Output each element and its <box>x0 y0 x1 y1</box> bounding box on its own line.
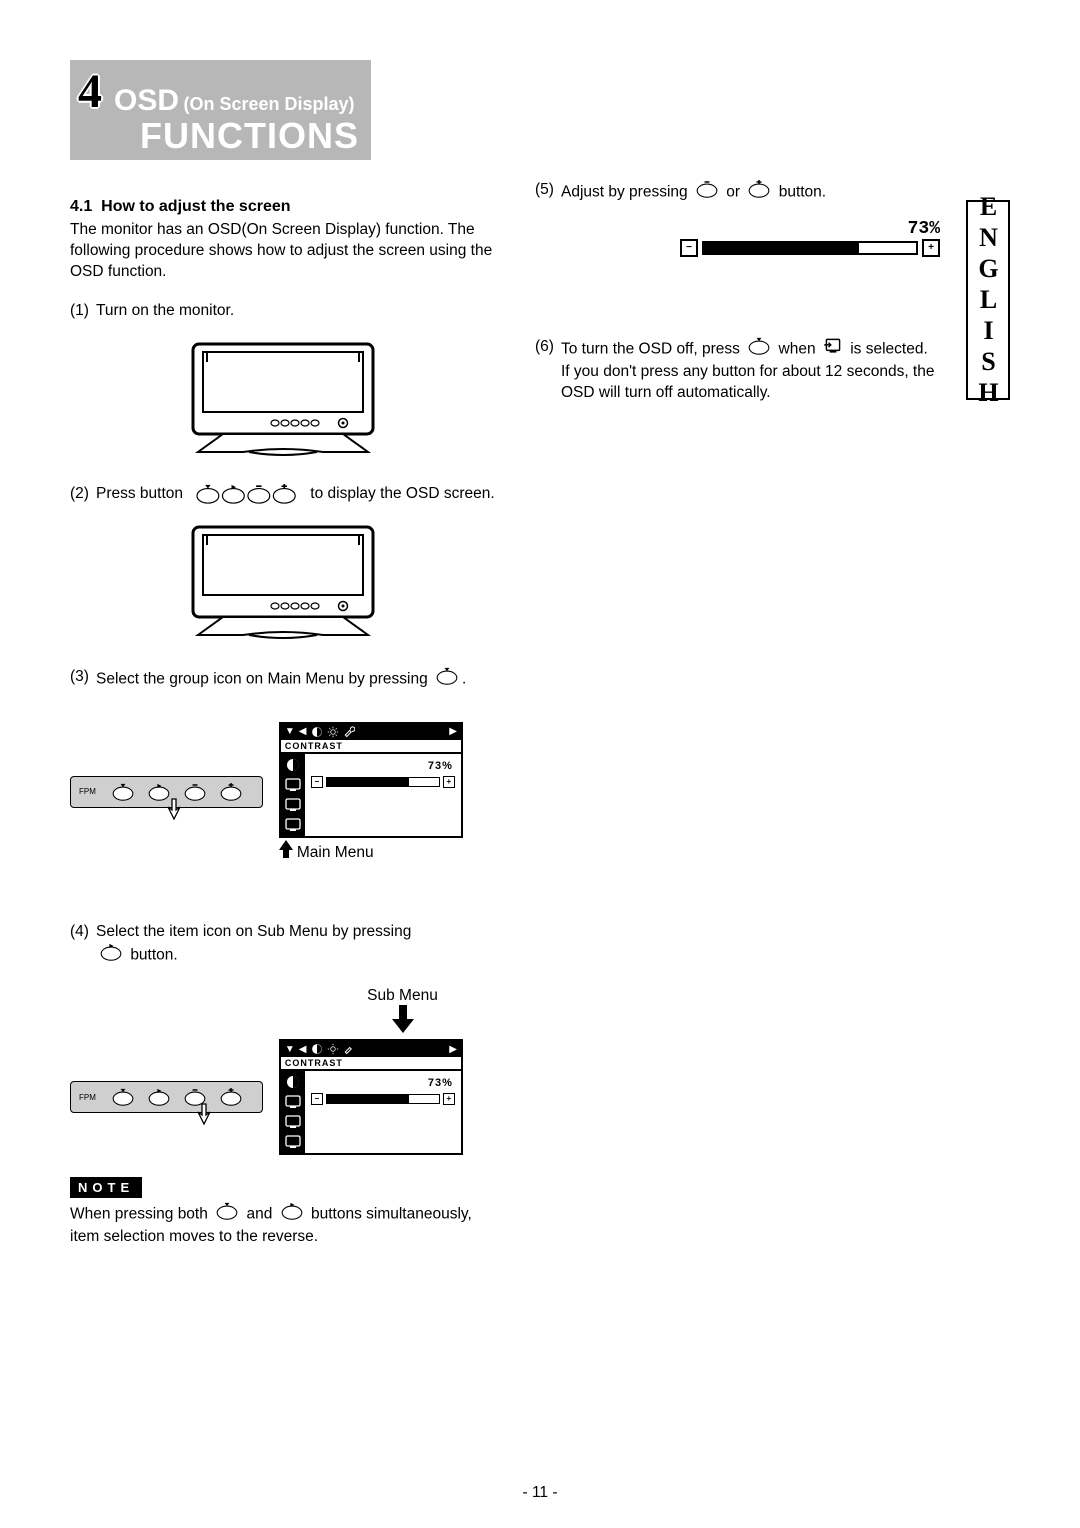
panel-minus-button[interactable] <box>182 783 208 801</box>
step-5: (5) Adjust by pressing or button. <box>535 180 960 205</box>
osd-topbar: ▼◀ ▶ <box>281 1041 461 1057</box>
adjust-percent: 73% <box>680 219 940 239</box>
osd-header: CONTRAST <box>281 740 461 754</box>
monitor-figure-2 <box>70 519 495 649</box>
down-button-icon <box>214 1202 240 1220</box>
panel-down-button[interactable] <box>110 783 136 801</box>
note-body: When pressing both and buttons simultane… <box>70 1202 495 1248</box>
right-column: (5) Adjust by pressing or button. 73% − … <box>535 60 1010 1248</box>
slider-plus-icon[interactable]: + <box>443 776 455 788</box>
control-panel-2: FPM <box>70 1081 263 1113</box>
slider-minus-icon[interactable]: − <box>311 776 323 788</box>
osd-side-screen-icon <box>285 778 301 792</box>
right-button-icon <box>279 1202 305 1220</box>
page-number: - 11 - <box>0 1484 1080 1502</box>
language-tab-label: ENGLISH <box>973 192 1003 409</box>
plus-button-icon <box>746 180 772 198</box>
panel-plus-button[interactable] <box>218 1088 244 1106</box>
note-badge: NOTE <box>70 1177 142 1198</box>
exit-icon <box>822 337 844 355</box>
osd-side-contrast-icon <box>285 758 301 772</box>
pointer-arrow-icon <box>196 1103 214 1125</box>
step-6: (6) To turn the OSD off, press when is s… <box>535 337 960 404</box>
language-tab: ENGLISH <box>966 200 1010 400</box>
sub-menu-caption: Sub Menu <box>367 987 438 1005</box>
main-menu-caption: Main Menu <box>297 844 374 862</box>
brightness-icon <box>327 726 339 738</box>
osd-window-2: ▼◀ ▶ CONTRAST <box>279 1039 463 1155</box>
step-2: (2) Press button to display the OSD scre… <box>70 484 495 505</box>
panel-right-button[interactable] <box>146 1088 172 1106</box>
down-button-icon <box>434 667 460 685</box>
adjust-slider: 73% − + <box>680 219 940 257</box>
big-slider-minus-icon[interactable]: − <box>680 239 698 257</box>
osd-figure-main-menu: FPM ▼◀ <box>70 722 495 862</box>
osd-figure-sub-menu: FPM ▼◀ <box>70 1039 495 1155</box>
fpm-label: FPM <box>79 787 96 796</box>
contrast-icon <box>311 726 323 738</box>
down-button-icon <box>746 337 772 355</box>
osd-side-screen2-icon <box>285 798 301 812</box>
up-arrow-icon <box>279 840 293 858</box>
osd-topbar: ▼◀ ▶ <box>281 724 461 740</box>
control-panel: FPM <box>70 776 263 808</box>
big-slider-plus-icon[interactable]: + <box>922 239 940 257</box>
panel-plus-button[interactable] <box>218 783 244 801</box>
section-heading: 4.1 How to adjust the screen <box>70 198 495 216</box>
step-3: (3) Select the group icon on Main Menu b… <box>70 667 495 692</box>
tool-icon <box>343 726 355 738</box>
title-main: OSD <box>114 84 179 117</box>
left-column: 4 OSD (On Screen Display) FUNCTIONS 4.1 … <box>70 60 495 1248</box>
fpm-label-2: FPM <box>79 1093 96 1102</box>
osd-percent: 73% <box>311 760 455 772</box>
pointer-arrow-icon <box>166 798 184 820</box>
chapter-title-box: 4 OSD (On Screen Display) FUNCTIONS <box>70 60 371 160</box>
intro-text: The monitor has an OSD(On Screen Display… <box>70 220 495 283</box>
osd-slider[interactable]: − + <box>311 776 455 788</box>
down-arrow-icon <box>388 1005 418 1033</box>
step-1: (1) Turn on the monitor. <box>70 301 495 322</box>
osd-slider-2[interactable]: − + <box>311 1093 455 1105</box>
step-4: (4) Select the item icon on Sub Menu by … <box>70 922 495 968</box>
osd-header-2: CONTRAST <box>281 1057 461 1071</box>
monitor-figure-1 <box>70 336 495 466</box>
osd-side-screen3-icon <box>285 818 301 832</box>
title-sub: (On Screen Display) <box>183 94 354 114</box>
button-row-icon <box>192 484 302 504</box>
osd-sidebar <box>281 754 305 836</box>
chapter-number: 4 <box>78 68 102 116</box>
minus-button-icon <box>694 180 720 198</box>
osd-window: ▼◀ ▶ CONTRAST <box>279 722 463 838</box>
panel-down-button[interactable] <box>110 1088 136 1106</box>
right-button-icon <box>98 943 124 961</box>
title-functions: FUNCTIONS <box>140 118 359 154</box>
